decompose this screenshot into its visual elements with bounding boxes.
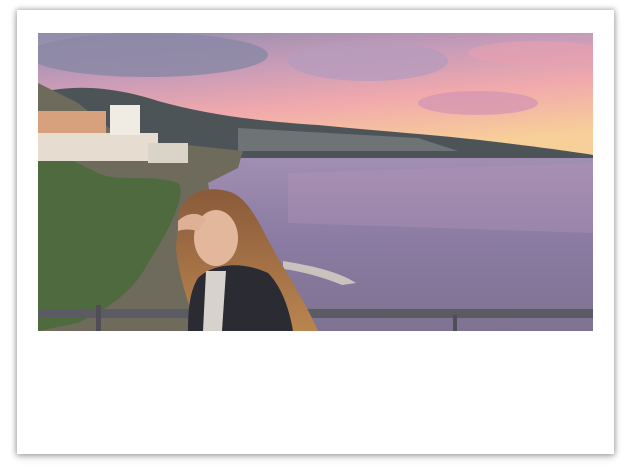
railing (38, 309, 593, 318)
caption-area (38, 340, 593, 440)
railing-post (96, 305, 101, 331)
railing-post (453, 315, 457, 331)
cloud (38, 33, 268, 77)
cloud (418, 91, 538, 115)
building (110, 105, 140, 135)
person-scarf (203, 271, 226, 331)
photo (38, 33, 593, 331)
sea-reflection (288, 163, 593, 233)
building (38, 133, 158, 161)
building (148, 143, 188, 163)
polaroid-frame (0, 0, 632, 470)
cloud (288, 41, 448, 81)
